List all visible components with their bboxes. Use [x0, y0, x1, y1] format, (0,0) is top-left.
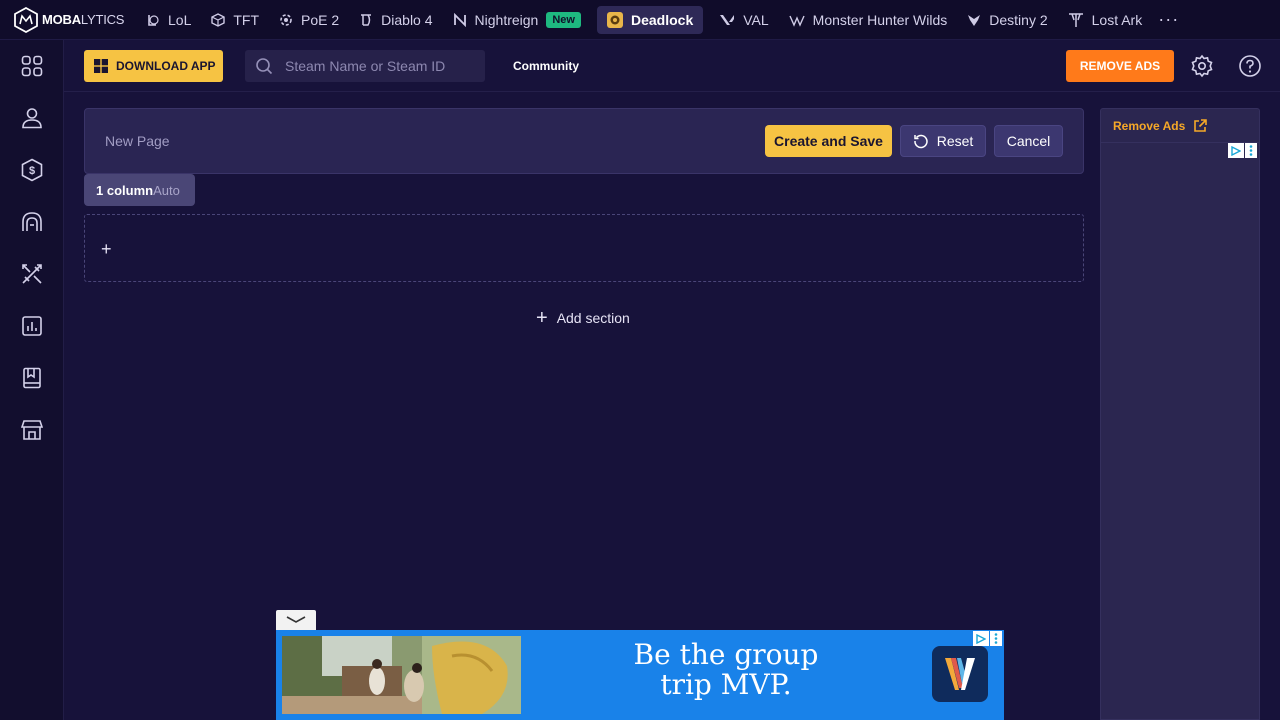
download-app-button[interactable]: DOWNLOAD APP — [84, 50, 223, 82]
new-badge: New — [546, 11, 581, 28]
community-link[interactable]: Community — [513, 59, 579, 73]
remove-ads-button[interactable]: REMOVE ADS — [1066, 50, 1174, 82]
sidebar-item-apps[interactable] — [16, 50, 48, 82]
ad-headline-line2: trip MVP. — [660, 668, 792, 701]
adchoices-icon — [1228, 143, 1244, 158]
adchoices-badge[interactable] — [973, 631, 1002, 646]
mobalytics-logo[interactable]: MOBALYTICS — [0, 0, 136, 40]
game-tab-deadlock[interactable]: Deadlock — [596, 5, 704, 34]
lol-icon — [146, 13, 160, 27]
cancel-button[interactable]: Cancel — [994, 125, 1063, 157]
game-tab-tft[interactable]: TFT — [201, 6, 269, 34]
column-count-label: 1 column — [96, 182, 154, 198]
game-tab-label: LoL — [168, 11, 192, 28]
download-app-label: DOWNLOAD APP — [116, 59, 216, 73]
grid-icon — [21, 55, 43, 77]
search-input[interactable] — [285, 58, 475, 74]
reset-label: Reset — [936, 133, 974, 149]
add-section-label: Add section — [556, 310, 630, 326]
adchoices-badge[interactable] — [1228, 143, 1257, 158]
help-button[interactable] — [1238, 54, 1262, 78]
settings-button[interactable] — [1190, 54, 1214, 78]
mobalytics-logo-icon — [14, 6, 38, 33]
page-editor-card: New Page Create and Save Reset Cancel — [84, 108, 1084, 174]
chevron-down-icon — [286, 616, 306, 623]
deadlock-icon — [606, 11, 623, 28]
destiny2-icon — [967, 13, 981, 27]
valorant-icon — [719, 13, 735, 27]
game-tab-label: Nightreign — [474, 11, 539, 28]
external-link-icon — [1193, 118, 1208, 133]
builds-icon — [22, 264, 42, 284]
windows-icon — [94, 59, 108, 73]
bottom-banner-ad[interactable]: Be the group trip MVP. — [276, 630, 1004, 720]
game-tab-lostark[interactable]: Lost Ark — [1058, 6, 1153, 34]
remove-ads-link-label: Remove Ads — [1113, 118, 1186, 133]
search-box — [245, 50, 485, 82]
game-tab-diablo4[interactable]: Diablo 4 — [349, 6, 442, 34]
sidebar-item-heroes[interactable] — [16, 206, 48, 238]
reset-icon — [913, 133, 929, 149]
page-name-input[interactable]: New Page — [105, 133, 170, 149]
game-tab-label: TFT — [233, 11, 260, 28]
game-tab-nightreign[interactable]: Nightreign New — [443, 6, 591, 34]
game-tab-valorant[interactable]: VAL — [709, 6, 778, 34]
page-header: DOWNLOAD APP Community REMOVE ADS — [64, 40, 1280, 92]
add-section-button[interactable]: + Add section — [536, 308, 630, 328]
ad-headline: Be the group trip MVP. — [576, 640, 876, 700]
empty-section: + — [84, 214, 1084, 282]
side-ad-column: Remove Ads — [1100, 108, 1260, 720]
search-icon — [256, 58, 273, 75]
more-games-icon[interactable]: ··· — [1158, 9, 1179, 30]
column-mode-label: Auto — [153, 182, 180, 198]
game-tab-label: Lost Ark — [1091, 11, 1143, 28]
guides-icon — [23, 367, 41, 389]
advertiser-logo — [932, 646, 988, 702]
sidebar-item-stats[interactable] — [16, 310, 48, 342]
sidebar-item-shop[interactable] — [16, 414, 48, 446]
help-icon — [1239, 55, 1261, 77]
game-tab-poe2[interactable]: PoE 2 — [269, 6, 349, 34]
sidebar-item-profile[interactable] — [16, 102, 48, 134]
game-tab-lol[interactable]: LoL — [136, 6, 201, 34]
remove-ads-link[interactable]: Remove Ads — [1101, 109, 1259, 143]
create-and-save-button[interactable]: Create and Save — [765, 125, 892, 157]
diablo4-icon — [359, 13, 373, 27]
stats-icon — [22, 316, 42, 336]
game-tab-label: PoE 2 — [301, 11, 340, 28]
gear-icon — [1191, 54, 1213, 78]
sidebar-item-tier-list[interactable]: $ — [16, 154, 48, 186]
poe2-icon — [279, 13, 293, 27]
nightreign-icon — [453, 12, 467, 27]
collapse-ad-button[interactable] — [276, 610, 316, 630]
ad-menu-icon — [990, 631, 1002, 646]
profile-icon — [22, 108, 42, 129]
currency-icon: $ — [21, 158, 43, 182]
ad-menu-icon — [1245, 143, 1257, 158]
sidebar-item-guides[interactable] — [16, 362, 48, 394]
column-layout-selector[interactable]: 1 column Auto — [84, 174, 195, 206]
adchoices-icon — [973, 631, 989, 646]
game-tab-label: Deadlock — [630, 11, 694, 28]
game-tab-label: VAL — [743, 11, 769, 28]
plus-icon: + — [536, 307, 548, 329]
game-tab-label: Diablo 4 — [381, 11, 433, 28]
lostark-icon — [1068, 12, 1084, 28]
game-tab-label: Monster Hunter Wilds — [812, 11, 948, 28]
ad-headline-line1: Be the group — [633, 638, 819, 671]
game-tab-mhw[interactable]: Monster Hunter Wilds — [779, 6, 958, 34]
svg-text:$: $ — [29, 165, 35, 177]
shop-icon — [21, 420, 43, 440]
ad-photo — [282, 636, 521, 714]
game-tab-label: Destiny 2 — [989, 11, 1048, 28]
sidebar-item-builds[interactable] — [16, 258, 48, 290]
reset-button[interactable]: Reset — [900, 125, 986, 157]
top-navigation-bar: MOBALYTICS LoL TFT PoE 2 Diablo 4 Nightr… — [0, 0, 1280, 40]
logo-text: MOBALYTICS — [42, 12, 125, 27]
game-tab-destiny2[interactable]: Destiny 2 — [957, 6, 1057, 34]
mhw-icon — [789, 13, 805, 27]
tft-icon — [211, 12, 226, 27]
heroes-icon — [22, 212, 42, 231]
left-sidebar: $ — [0, 40, 64, 720]
